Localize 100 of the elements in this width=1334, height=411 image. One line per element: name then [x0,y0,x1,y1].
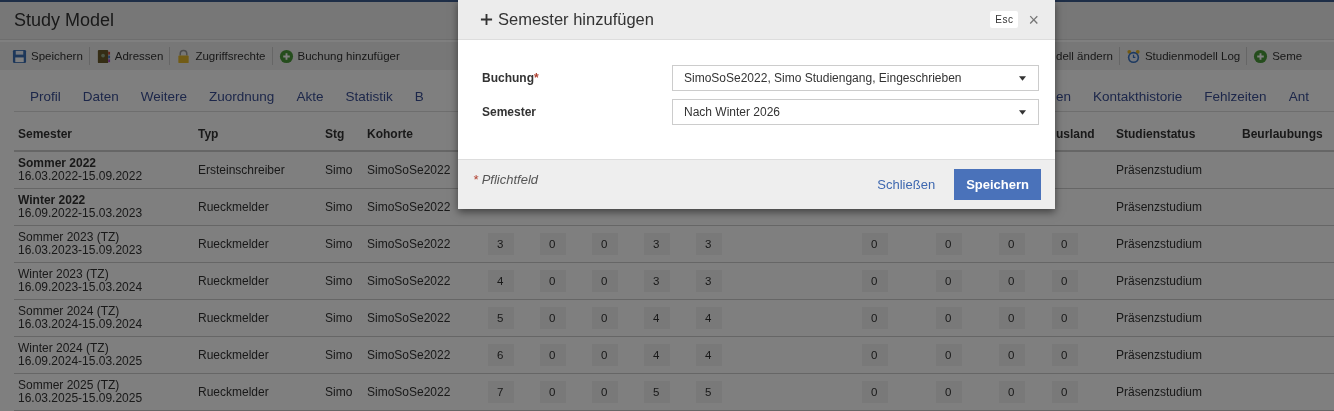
semester-dates: 16.03.2022-15.09.2022 [18,170,143,183]
toolbar-button[interactable]: Seme [1253,48,1303,64]
nav-tab[interactable]: Weitere [140,88,188,104]
count-badge: 0 [1052,307,1078,329]
table-cell-text: Simo [324,348,353,362]
semester-dates: 16.03.2024-15.09.2024 [18,318,143,331]
address-book-icon [95,48,111,64]
count-badge: 0 [540,270,566,292]
table-cell-text: Präsenzstudium [1115,385,1203,399]
count-badge: 0 [592,270,618,292]
nav-tab[interactable]: Akte [296,88,324,104]
caret-icon [1019,75,1026,81]
toolbar-button[interactable]: Adressen [95,48,164,64]
table-cell-text: Rueckmelder [197,200,269,214]
count-badge: 0 [592,233,618,255]
semester-name: Winter 2022 [18,194,87,207]
column-header: Kohorte [366,126,413,141]
field-label: Buchung* [482,71,540,85]
count-badge: 5 [488,307,514,329]
count-badge: 0 [1052,381,1078,403]
count-badge: 3 [644,233,670,255]
nav-tab[interactable]: Zuordnung [209,88,275,104]
column-header: Stg [324,126,345,141]
toolbar-button[interactable]: Zugriffsrechte [176,48,266,64]
table-cell-text: Simo [324,311,353,325]
dialog-title: Semester hinzufügen [498,10,655,29]
count-badge: 0 [936,344,962,366]
toolbar-button[interactable]: dell ändern [1056,50,1113,62]
count-badge: 0 [936,270,962,292]
semester-name: Sommer 2025 (TZ) [18,379,121,392]
plus-icon [480,13,493,26]
semester-dates: 16.09.2022-15.03.2023 [18,207,143,220]
count-badge: 0 [540,233,566,255]
semester-dates: 16.03.2023-15.09.2023 [18,244,143,257]
count-badge: 0 [540,344,566,366]
table-cell-text: SimoSoSe2022 [366,385,451,399]
semester-name: Sommer 2023 (TZ) [18,231,121,244]
table-cell-text: Rueckmelder [197,385,269,399]
table-cell-text: Präsenzstudium [1115,200,1203,214]
alarm-clock-icon [1125,48,1141,64]
table-cell-text: Präsenzstudium [1115,163,1203,177]
save-button[interactable]: Speichern [954,169,1041,200]
count-badge: 0 [1052,233,1078,255]
nav-tab[interactable]: en [1056,88,1072,104]
count-badge: 0 [936,307,962,329]
table-cell-text: Simo [324,200,353,214]
count-badge: 6 [488,344,514,366]
semester-dates: 16.03.2025-15.09.2025 [18,392,143,405]
table-cell-text: SimoSoSe2022 [366,311,451,325]
count-badge: 3 [644,270,670,292]
dropdown-field[interactable]: SimoSoSe2022, Simo Studiengang, Eingeschrieben [672,65,1039,91]
table-cell-text: Präsenzstudium [1115,274,1203,288]
table-cell-text: Ersteinschreiber [197,163,285,177]
count-badge: 0 [862,233,888,255]
column-header: Typ [197,126,219,141]
count-badge: 4 [644,307,670,329]
close-link[interactable]: Schließen [877,177,936,192]
close-button[interactable]: × [1028,10,1039,29]
column-header: usland [1055,126,1095,141]
table-cell-text: SimoSoSe2022 [366,348,451,362]
dropdown-field[interactable]: Nach Winter 2026 [672,99,1039,125]
nav-tab[interactable]: Kontakthistorie [1093,88,1183,104]
toolbar-button[interactable]: Studienmodell Log [1125,48,1241,64]
table-cell-text: Simo [324,237,353,251]
semester-name: Winter 2024 (TZ) [18,342,110,355]
count-badge: 0 [999,270,1025,292]
table-cell-text: SimoSoSe2022 [366,274,451,288]
count-badge: 0 [592,344,618,366]
column-header: Beurlaubungs [1241,126,1323,141]
count-badge: 0 [862,381,888,403]
count-badge: 0 [592,307,618,329]
column-header: Semester [17,126,73,141]
table-cell-text: Rueckmelder [197,348,269,362]
count-badge: 0 [540,381,566,403]
nav-tab[interactable]: Ant [1288,88,1309,104]
count-badge: 0 [936,233,962,255]
semester-dates: 16.09.2024-15.03.2025 [18,355,143,368]
nav-tab[interactable]: B [414,88,424,104]
nav-tab[interactable]: Statistik [345,88,393,104]
count-badge: 5 [644,381,670,403]
count-badge: 0 [999,344,1025,366]
nav-tab[interactable]: Daten [82,88,119,104]
table-cell-text: SimoSoSe2022 [366,163,451,177]
table-cell-text: Präsenzstudium [1115,348,1203,362]
toolbar-button[interactable]: Buchung hinzufüger [278,48,400,64]
plus-circle-icon [1253,48,1269,64]
toolbar-button[interactable]: Speichern [12,48,83,64]
caret-icon [1019,109,1026,115]
count-badge: 0 [862,307,888,329]
count-badge: 0 [999,381,1025,403]
nav-tab[interactable]: Fehlzeiten [1204,88,1267,104]
table-cell-text: Simo [324,385,353,399]
table-cell-text: Rueckmelder [197,311,269,325]
count-badge: 0 [862,270,888,292]
count-badge: 0 [999,307,1025,329]
count-badge: 0 [999,233,1025,255]
table-cell-text: Simo [324,163,353,177]
semester-name: Sommer 2024 (TZ) [18,305,121,318]
nav-tab[interactable]: Profil [30,88,61,104]
table-cell-text: Simo [324,274,353,288]
